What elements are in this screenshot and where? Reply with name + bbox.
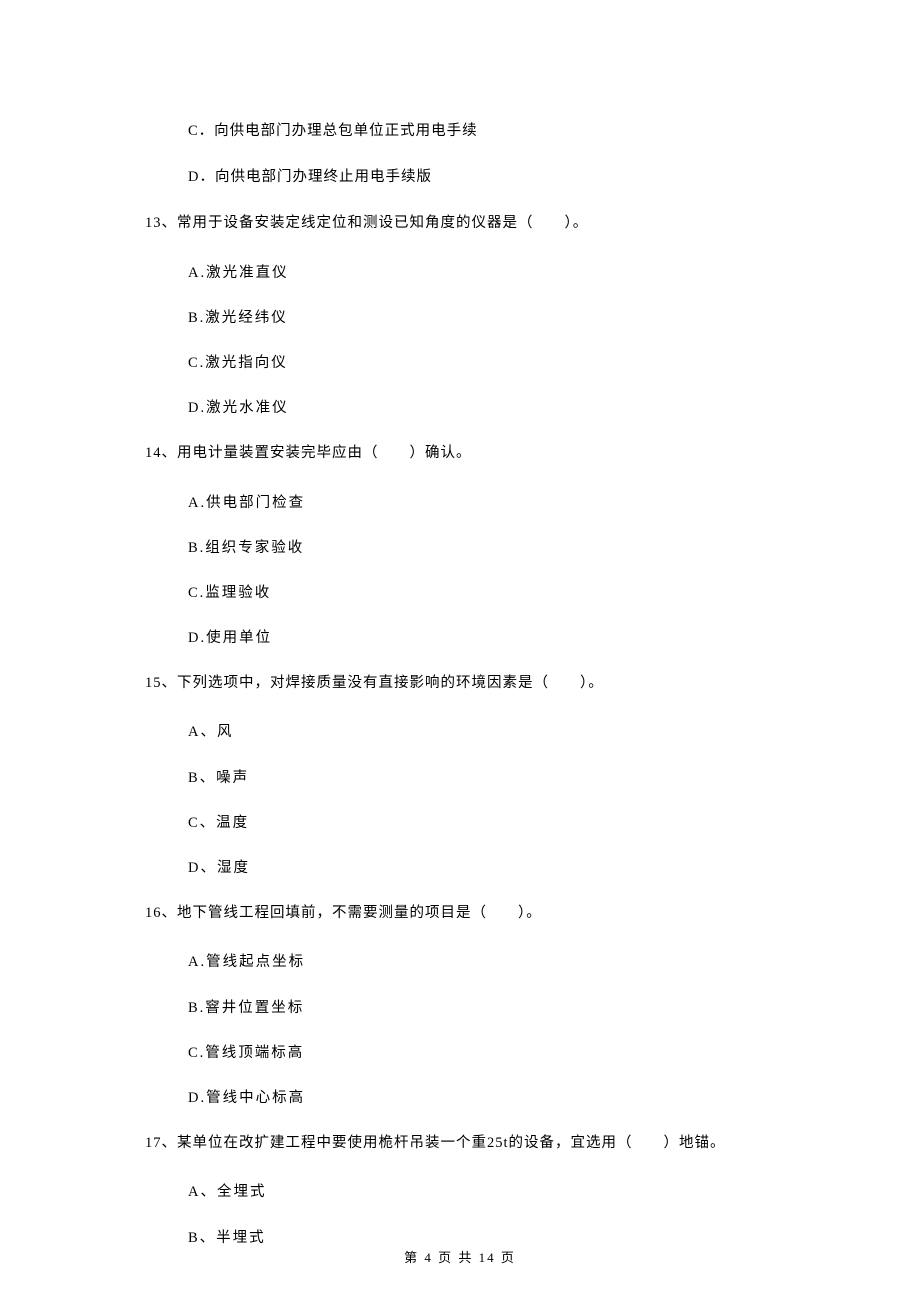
question-number: 15、: [145, 675, 177, 691]
q13-option-b: B.激光经纬仪: [188, 307, 775, 330]
spillover-option-c: C．向供电部门办理总包单位正式用电手续: [188, 120, 775, 143]
q14-option-d: D.使用单位: [188, 627, 775, 650]
q15-option-a: A、风: [188, 721, 775, 744]
q13-option-d: D.激光水准仪: [188, 397, 775, 420]
q17-option-a: A、全埋式: [188, 1181, 775, 1204]
question-text: 常用于设备安装定线定位和测设已知角度的仪器是（ ）。: [177, 215, 588, 231]
q15-option-b: B、噪声: [188, 767, 775, 790]
q14-option-a: A.供电部门检查: [188, 492, 775, 515]
q16-option-c: C.管线顶端标高: [188, 1042, 775, 1065]
page-content: C．向供电部门办理总包单位正式用电手续 D．向供电部门办理终止用电手续版 13、…: [0, 0, 920, 1250]
q14-option-c: C.监理验收: [188, 582, 775, 605]
question-text: 下列选项中，对焊接质量没有直接影响的环境因素是（ ）。: [177, 675, 604, 691]
question-17: 17、某单位在改扩建工程中要使用桅杆吊装一个重25t的设备，宜选用（ ）地锚。: [145, 1132, 775, 1155]
q13-option-a: A.激光准直仪: [188, 262, 775, 285]
spillover-option-d: D．向供电部门办理终止用电手续版: [188, 166, 775, 189]
page-footer: 第 4 页 共 14 页: [0, 1247, 920, 1266]
q16-option-d: D.管线中心标高: [188, 1087, 775, 1110]
q16-option-b: B.窨井位置坐标: [188, 997, 775, 1020]
question-15: 15、下列选项中，对焊接质量没有直接影响的环境因素是（ ）。: [145, 672, 775, 695]
question-text: 某单位在改扩建工程中要使用桅杆吊装一个重25t的设备，宜选用（ ）地锚。: [177, 1135, 726, 1151]
q13-option-c: C.激光指向仪: [188, 352, 775, 375]
question-14: 14、用电计量装置安装完毕应由（ ）确认。: [145, 442, 775, 465]
q15-option-c: C、温度: [188, 812, 775, 835]
question-text: 地下管线工程回填前，不需要测量的项目是（ ）。: [177, 905, 542, 921]
q15-option-d: D、湿度: [188, 857, 775, 880]
question-number: 16、: [145, 905, 177, 921]
question-number: 13、: [145, 215, 177, 231]
question-text: 用电计量装置安装完毕应由（ ）确认。: [177, 445, 472, 461]
q16-option-a: A.管线起点坐标: [188, 951, 775, 974]
question-13: 13、常用于设备安装定线定位和测设已知角度的仪器是（ ）。: [145, 212, 775, 235]
question-number: 14、: [145, 445, 177, 461]
q14-option-b: B.组织专家验收: [188, 537, 775, 560]
question-16: 16、地下管线工程回填前，不需要测量的项目是（ ）。: [145, 902, 775, 925]
question-number: 17、: [145, 1135, 177, 1151]
